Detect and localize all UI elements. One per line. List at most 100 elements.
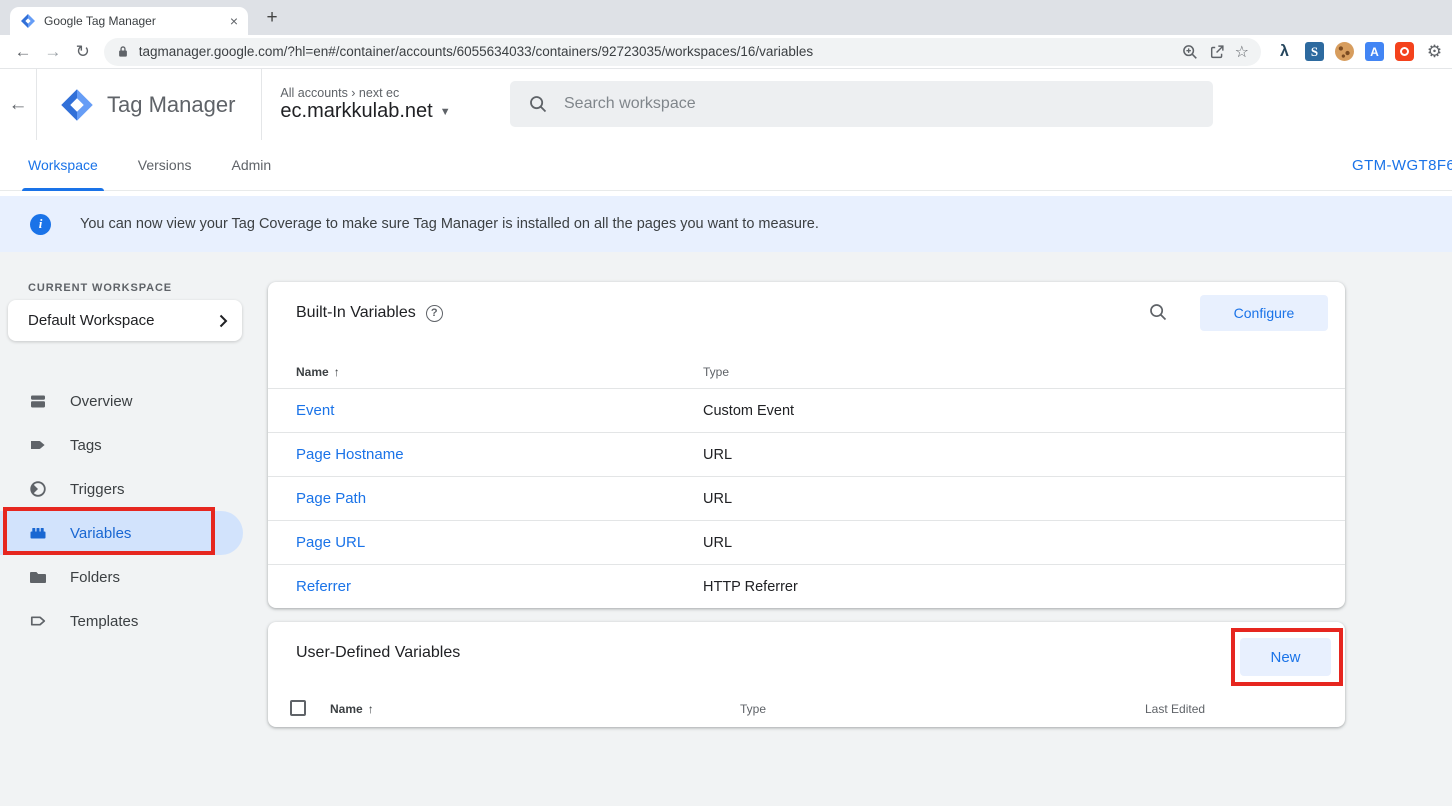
extension-translate-icon[interactable]: A bbox=[1365, 42, 1384, 61]
gtm-header: ← Tag Manager All accounts › next ec ec.… bbox=[0, 69, 1452, 140]
builtin-table: Event Custom Event Page Hostname URL Pag… bbox=[268, 388, 1345, 608]
browser-tab[interactable]: Google Tag Manager × bbox=[10, 7, 248, 35]
workspace-name: Default Workspace bbox=[28, 312, 219, 329]
user-type-header: Type bbox=[740, 702, 766, 716]
name-header-label: Name bbox=[330, 702, 363, 716]
name-header-label: Name bbox=[296, 365, 329, 379]
gtm-favicon-icon bbox=[20, 13, 36, 29]
sidebar-item-label: Overview bbox=[70, 393, 133, 410]
header-divider bbox=[36, 69, 37, 140]
table-row[interactable]: Event Custom Event bbox=[268, 388, 1345, 432]
tab-versions[interactable]: Versions bbox=[138, 140, 192, 191]
tags-icon bbox=[28, 435, 48, 455]
nav-tab-bar: Workspace Versions Admin GTM-WGT8F6C bbox=[0, 140, 1452, 191]
tab-workspace[interactable]: Workspace bbox=[28, 140, 98, 191]
user-name-header[interactable]: Name ↑ bbox=[330, 702, 374, 716]
address-bar[interactable]: tagmanager.google.com/?hl=en#/container/… bbox=[104, 38, 1261, 66]
overview-icon bbox=[28, 391, 48, 411]
extension-lambda-icon[interactable]: λ bbox=[1275, 42, 1294, 61]
table-row[interactable]: Page Path URL bbox=[268, 476, 1345, 520]
sidebar-item-label: Templates bbox=[70, 613, 138, 630]
back-icon[interactable]: ← bbox=[8, 42, 38, 62]
extensions-row: λ S A ⚙ bbox=[1275, 42, 1444, 61]
variable-link[interactable]: Referrer bbox=[296, 578, 351, 595]
configure-button[interactable]: Configure bbox=[1200, 295, 1328, 331]
sidebar-item-label: Tags bbox=[70, 437, 102, 454]
tab-close-icon[interactable]: × bbox=[230, 14, 238, 28]
settings-gear-icon[interactable]: ⚙ bbox=[1425, 42, 1444, 61]
table-row[interactable]: Referrer HTTP Referrer bbox=[268, 564, 1345, 608]
annotation-box-variables bbox=[3, 507, 215, 555]
sidebar-item-templates[interactable]: Templates bbox=[0, 599, 250, 643]
main-content: CURRENT WORKSPACE Default Workspace Over… bbox=[0, 252, 1452, 806]
variable-link[interactable]: Page URL bbox=[296, 534, 365, 551]
browser-tab-strip: Google Tag Manager × + bbox=[0, 0, 1452, 35]
sidebar-item-overview[interactable]: Overview bbox=[0, 379, 250, 423]
gtm-back-icon[interactable]: ← bbox=[0, 94, 36, 116]
triggers-icon bbox=[28, 479, 48, 499]
sidebar-item-triggers[interactable]: Triggers bbox=[0, 467, 250, 511]
folders-icon bbox=[28, 567, 48, 587]
user-defined-variables-card: User-Defined Variables New Name ↑ Type L… bbox=[268, 622, 1345, 727]
sidebar-item-folders[interactable]: Folders bbox=[0, 555, 250, 599]
info-icon: i bbox=[30, 214, 51, 235]
builtin-name-header[interactable]: Name ↑ bbox=[296, 365, 340, 379]
search-icon bbox=[528, 94, 548, 114]
variable-type: URL bbox=[703, 491, 732, 507]
variable-link[interactable]: Page Path bbox=[296, 490, 366, 507]
builtin-title: Built-In Variables ? bbox=[296, 304, 443, 322]
product-title: Tag Manager bbox=[107, 92, 235, 118]
new-tab-button[interactable]: + bbox=[258, 4, 286, 32]
search-placeholder: Search workspace bbox=[564, 95, 696, 113]
variable-type: HTTP Referrer bbox=[703, 579, 798, 595]
variable-link[interactable]: Event bbox=[296, 402, 334, 419]
builtin-type-header: Type bbox=[703, 365, 729, 379]
container-id-link[interactable]: GTM-WGT8F6C bbox=[1352, 157, 1452, 174]
lock-icon bbox=[116, 44, 130, 60]
extension-cookie-icon[interactable] bbox=[1335, 42, 1354, 61]
tab-admin[interactable]: Admin bbox=[231, 140, 271, 191]
banner-text: You can now view your Tag Coverage to ma… bbox=[80, 216, 819, 232]
workspace-search-field[interactable]: Search workspace bbox=[510, 81, 1213, 127]
user-last-edited-header: Last Edited bbox=[1145, 702, 1205, 716]
sort-ascending-icon: ↑ bbox=[368, 702, 374, 716]
container-selector[interactable]: ec.markkulab.net ▼ bbox=[280, 100, 450, 123]
reload-icon[interactable]: ↻ bbox=[68, 42, 98, 62]
select-all-checkbox[interactable] bbox=[290, 700, 306, 716]
sidebar-item-tags[interactable]: Tags bbox=[0, 423, 250, 467]
gtm-logo-icon bbox=[59, 87, 95, 123]
extension-orange-icon[interactable] bbox=[1395, 42, 1414, 61]
table-row[interactable]: Page Hostname URL bbox=[268, 432, 1345, 476]
builtin-search-icon[interactable] bbox=[1148, 302, 1168, 327]
account-breadcrumb-block: All accounts › next ec ec.markkulab.net … bbox=[261, 69, 450, 140]
forward-icon[interactable]: → bbox=[38, 42, 68, 62]
bookmark-star-icon[interactable]: ☆ bbox=[1235, 42, 1249, 62]
variable-type: Custom Event bbox=[703, 403, 794, 419]
help-icon[interactable]: ? bbox=[426, 305, 443, 322]
info-banner: i You can now view your Tag Coverage to … bbox=[0, 196, 1452, 252]
templates-icon bbox=[28, 611, 48, 631]
current-workspace-label: CURRENT WORKSPACE bbox=[28, 282, 172, 294]
container-id-clip: GTM-WGT8F6C bbox=[1352, 140, 1452, 190]
url-text[interactable]: tagmanager.google.com/?hl=en#/container/… bbox=[139, 44, 1172, 59]
sidebar-item-label: Triggers bbox=[70, 481, 124, 498]
share-icon[interactable] bbox=[1208, 43, 1226, 61]
extension-s-icon[interactable]: S bbox=[1305, 42, 1324, 61]
variable-type: URL bbox=[703, 447, 732, 463]
sort-ascending-icon: ↑ bbox=[334, 365, 340, 379]
tab-title: Google Tag Manager bbox=[44, 14, 222, 28]
breadcrumb[interactable]: All accounts › next ec bbox=[280, 86, 450, 100]
zoom-icon[interactable] bbox=[1181, 43, 1199, 61]
container-name: ec.markkulab.net bbox=[280, 100, 432, 123]
sidebar-item-label: Folders bbox=[70, 569, 120, 586]
user-defined-title: User-Defined Variables bbox=[296, 644, 460, 662]
workspace-selector-card[interactable]: Default Workspace bbox=[8, 300, 242, 341]
annotation-box-new bbox=[1231, 628, 1343, 686]
chevron-down-icon: ▼ bbox=[440, 106, 451, 118]
table-row[interactable]: Page URL URL bbox=[268, 520, 1345, 564]
chevron-right-icon bbox=[219, 314, 228, 328]
browser-toolbar: ← → ↻ tagmanager.google.com/?hl=en#/cont… bbox=[0, 35, 1452, 69]
variable-link[interactable]: Page Hostname bbox=[296, 446, 404, 463]
builtin-variables-card: Built-In Variables ? Configure Name ↑ Ty… bbox=[268, 282, 1345, 608]
builtin-title-text: Built-In Variables bbox=[296, 304, 416, 322]
